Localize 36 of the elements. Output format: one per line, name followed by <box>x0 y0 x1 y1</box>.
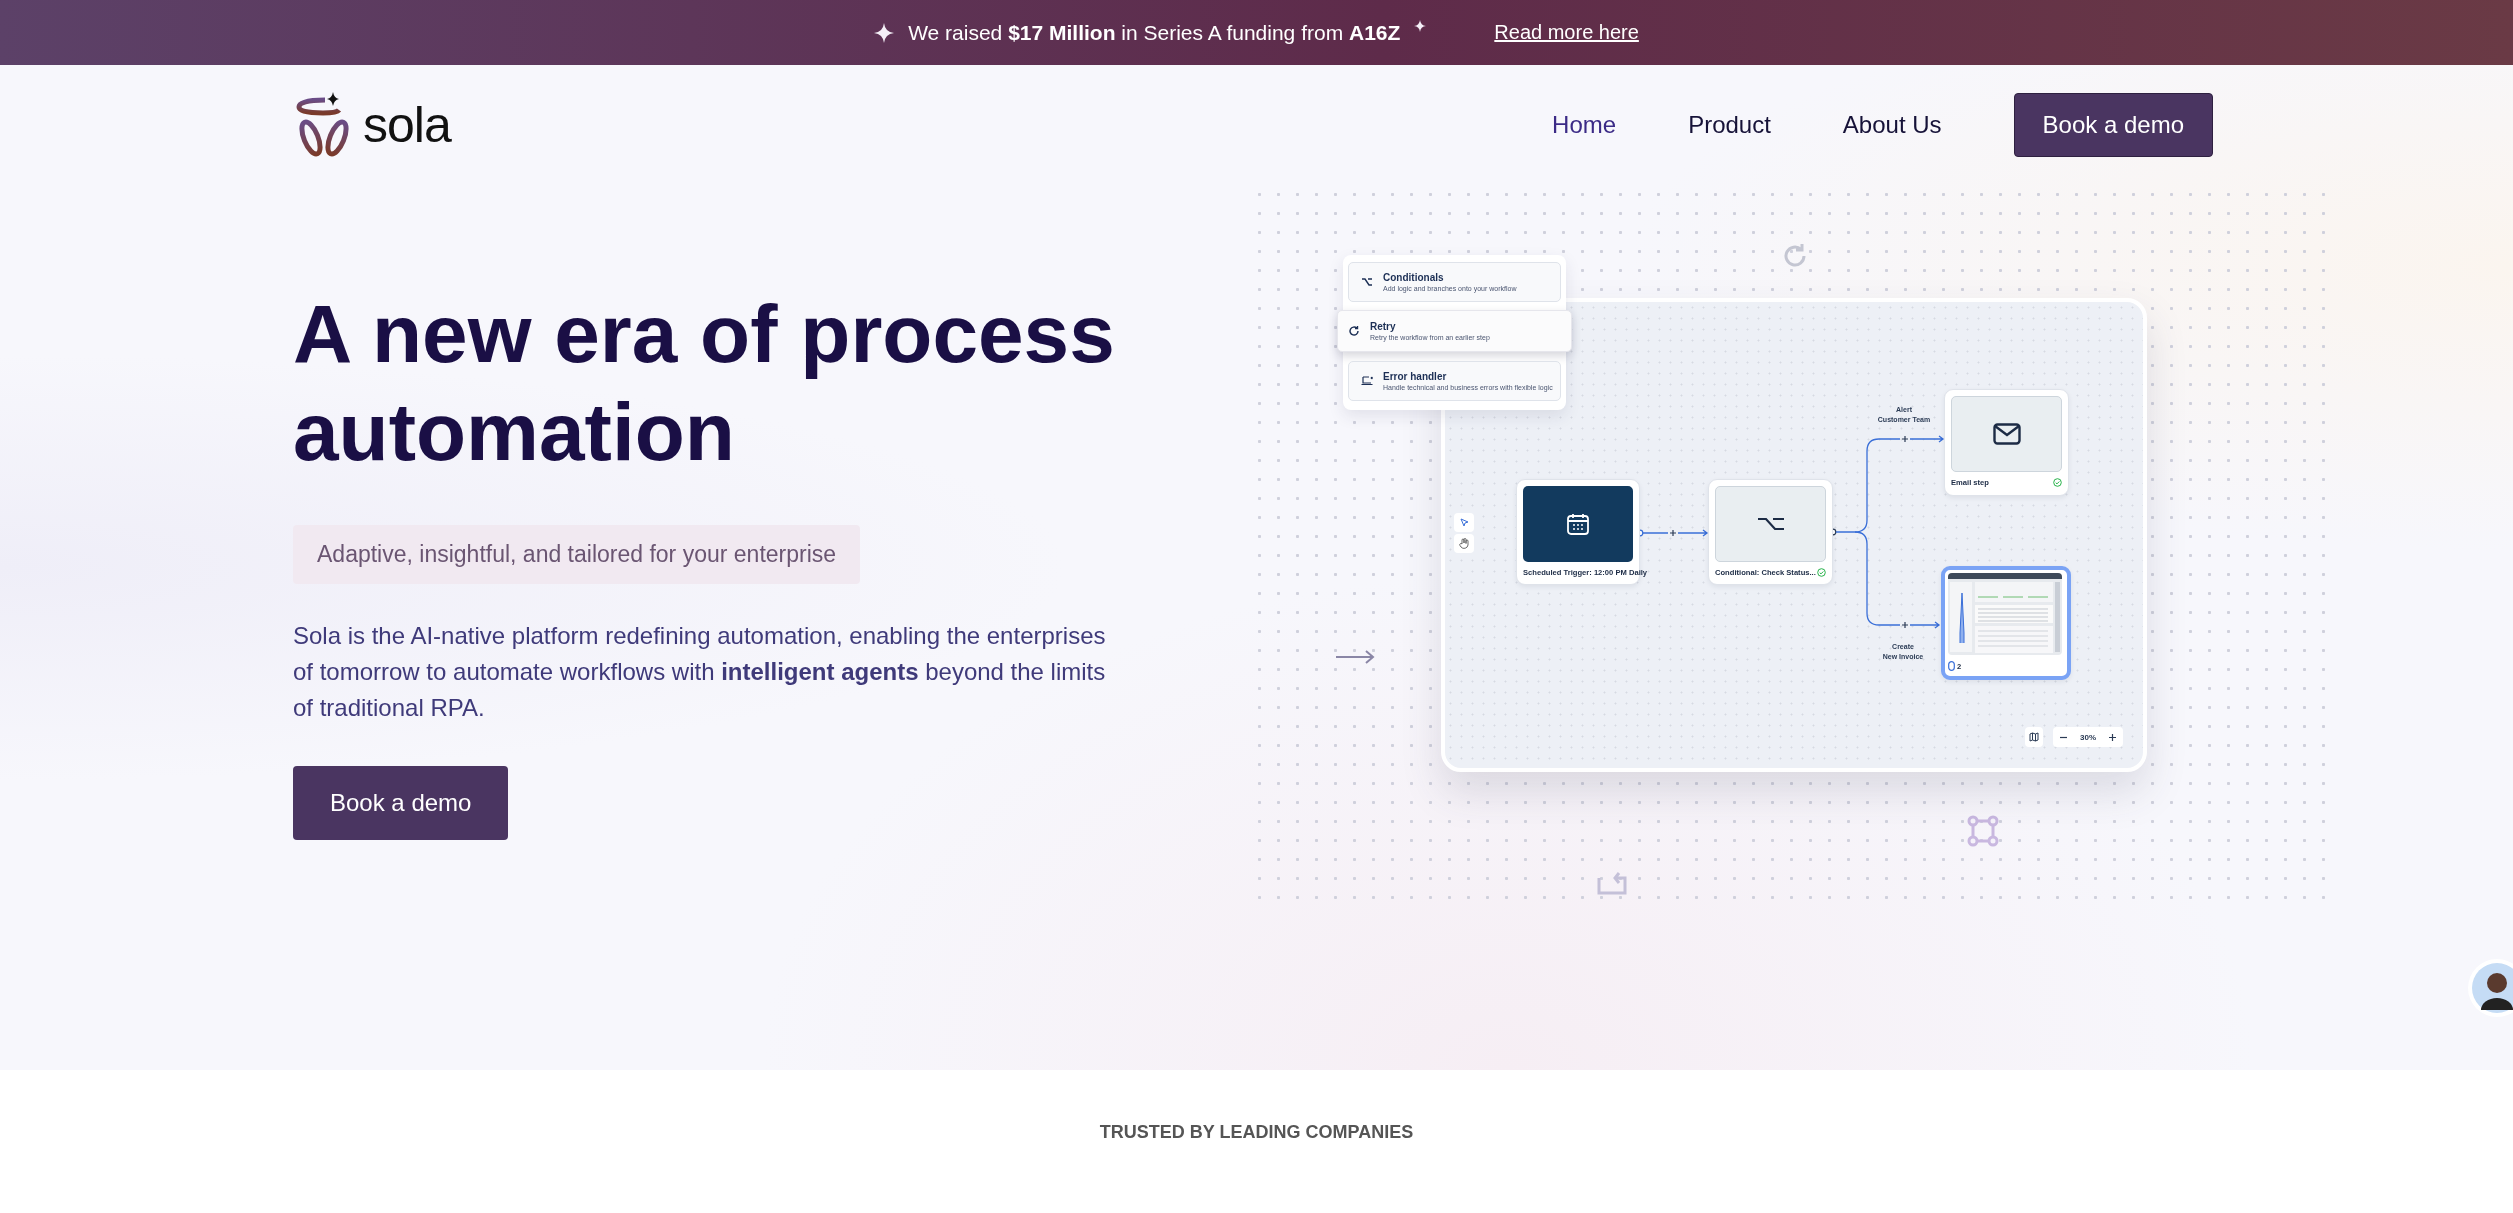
hero-heading: A new era of process automation <box>293 287 1116 479</box>
menu-item-title: Retry <box>1370 321 1397 332</box>
menu-item-title: Conditionals <box>1383 272 1445 283</box>
envelope-icon <box>1992 423 2021 445</box>
refresh-icon <box>1348 325 1360 337</box>
branch-icon <box>1756 517 1785 531</box>
pointer-icon <box>1459 518 1469 527</box>
hand-icon <box>1459 538 1469 549</box>
arrow-icon <box>1335 650 1375 664</box>
mouse-icon <box>1948 661 1955 671</box>
laptop-icon <box>1361 376 1373 386</box>
menu-item-title: Error handler <box>1383 371 1448 382</box>
zoom-level: 30% <box>2080 732 2096 742</box>
book-demo-button[interactable]: Book a demo <box>293 766 509 840</box>
read-more-link[interactable]: Read more here <box>1494 21 1639 44</box>
calendar-icon <box>1566 512 1590 536</box>
nav-link[interactable]: About Us <box>1842 111 1942 139</box>
pointer-tool[interactable] <box>1454 513 1474 532</box>
tagline-label: Adaptive, insightful, and tailored for your enterprise <box>293 525 861 584</box>
map-icon <box>2029 732 2039 742</box>
map-button[interactable] <box>2025 727 2043 747</box>
hand-tool[interactable] <box>1454 534 1474 553</box>
book-demo-button[interactable]: Book a demo <box>2013 93 2213 157</box>
logo-wordmark: sola <box>363 96 451 154</box>
nodes-square-icon <box>1967 815 1999 847</box>
nav-link[interactable]: Product <box>1688 111 1771 139</box>
repeat-icon <box>1595 870 1628 895</box>
nav-link[interactable]: Home <box>1552 111 1617 139</box>
avatar-icon[interactable] <box>2467 958 2513 1018</box>
sparkle-icon <box>1414 19 1427 32</box>
branch-icon <box>1361 278 1373 286</box>
sparkle-icon <box>874 22 895 43</box>
section-heading: TRUSTED BY LEADING COMPANIES <box>1099 1122 1414 1144</box>
zoom-in-icon[interactable] <box>2109 733 2117 741</box>
announcement-text: We raised $17 Million in Series A funding from A16Z <box>908 20 1401 45</box>
hero-paragraph: Sola is the AI-native platform redefining automation, enabling the enterprises of tomorrow to automate workflows with intelligent agents beyond the limits of traditional RPA. <box>293 621 1107 723</box>
